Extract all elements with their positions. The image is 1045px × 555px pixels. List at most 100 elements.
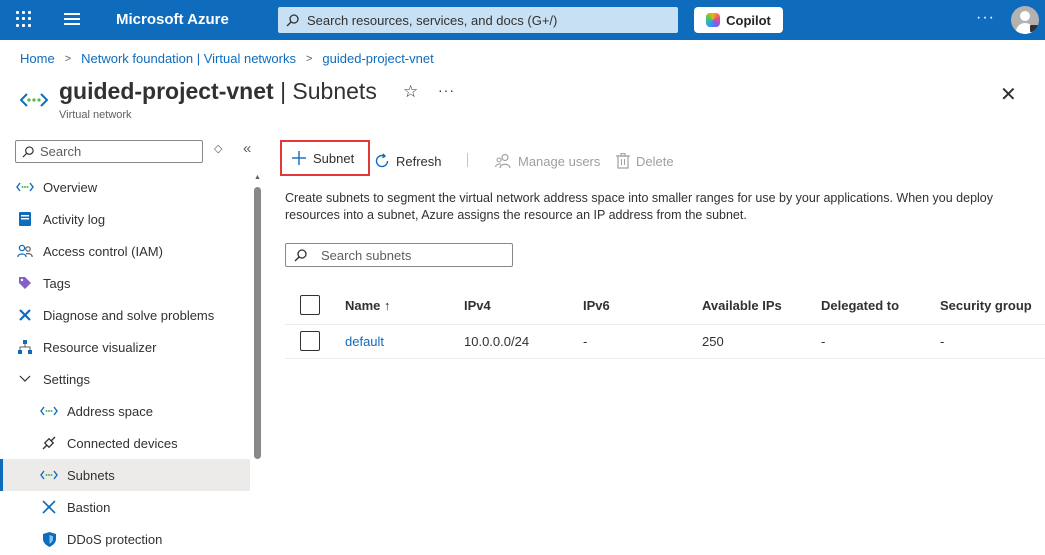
column-header-ipv6[interactable]: IPv6 — [583, 287, 610, 324]
vnet-icon — [39, 402, 59, 420]
shield-icon — [39, 530, 59, 548]
more-options-button[interactable]: ··· — [438, 82, 455, 98]
nav-item-overview[interactable]: Overview — [0, 171, 250, 203]
nav-item-label: Address space — [67, 403, 153, 419]
refresh-button[interactable]: Refresh — [374, 146, 442, 176]
refresh-label: Refresh — [396, 153, 442, 169]
nav-item-address-space[interactable]: Address space — [0, 395, 250, 427]
sort-icon[interactable]: ◇ — [214, 142, 222, 155]
column-header-name[interactable]: Name ↑ — [345, 287, 391, 324]
hierarchy-icon — [15, 338, 35, 356]
resource-type: Virtual network — [59, 109, 132, 121]
side-nav: Overview Activity log Access control (IA… — [0, 171, 250, 555]
people-icon — [15, 242, 35, 260]
chevron-right-icon: > — [64, 52, 72, 65]
nav-item-label: Settings — [43, 371, 90, 387]
nav-group-settings[interactable]: Settings — [0, 363, 250, 395]
subnets-table: Name ↑ IPv4 IPv6 Available IPs Delegated… — [285, 287, 1045, 359]
breadcrumb-home[interactable]: Home — [20, 51, 55, 66]
nav-item-label: Access control (IAM) — [43, 243, 163, 259]
tag-icon — [15, 274, 35, 292]
manage-users-button[interactable]: Manage users — [495, 146, 600, 176]
chevron-right-icon: > — [305, 52, 313, 65]
wrench-icon — [15, 306, 35, 324]
subnet-search-input[interactable]: Search subnets — [285, 243, 513, 267]
subnet-name-link[interactable]: default — [345, 325, 384, 358]
blade-name: | Subnets — [280, 78, 377, 104]
favorite-star-icon[interactable]: ☆ — [403, 82, 418, 102]
cell-ipv6: - — [583, 334, 588, 349]
nav-item-access-control[interactable]: Access control (IAM) — [0, 235, 250, 267]
settings-more-button[interactable]: ··· — [976, 9, 995, 27]
delete-label: Delete — [636, 153, 674, 169]
vnet-icon — [15, 178, 35, 196]
add-subnet-label: Subnet — [313, 150, 355, 166]
cell-delegated-to: - — [821, 334, 826, 349]
nav-item-label: Diagnose and solve problems — [43, 307, 215, 323]
page-description: Create subnets to segment the virtual ne… — [285, 191, 994, 222]
nav-item-tags[interactable]: Tags — [0, 267, 250, 299]
breadcrumb-virtual-networks[interactable]: Network foundation | Virtual networks — [81, 51, 296, 66]
column-header-ipv4[interactable]: IPv4 — [464, 287, 491, 324]
select-all-checkbox[interactable] — [300, 295, 320, 315]
nav-item-label: Connected devices — [67, 435, 178, 451]
avatar[interactable] — [1011, 6, 1039, 34]
nav-item-activity-log[interactable]: Activity log — [0, 203, 250, 235]
toolbar-divider — [467, 153, 468, 167]
bastion-icon — [39, 498, 59, 516]
nav-item-label: Resource visualizer — [43, 339, 157, 355]
cell-security-group: - — [940, 334, 945, 349]
nav-search-input[interactable]: Search — [15, 140, 203, 163]
people-icon — [495, 153, 511, 169]
nav-search-placeholder: Search — [40, 144, 82, 159]
nav-item-bastion[interactable]: Bastion — [0, 491, 250, 523]
nav-scrollbar[interactable] — [254, 187, 261, 459]
scroll-up-icon[interactable]: ▲ — [254, 174, 261, 181]
search-icon — [286, 13, 299, 26]
plug-icon — [39, 434, 59, 452]
refresh-icon — [375, 153, 389, 168]
nav-item-label: Tags — [43, 275, 71, 291]
menu-icon[interactable] — [64, 13, 80, 26]
manage-users-label: Manage users — [518, 153, 601, 169]
search-icon — [294, 248, 307, 261]
copilot-icon — [706, 13, 721, 27]
close-icon[interactable]: ✕ — [1000, 82, 1017, 107]
nav-item-connected-devices[interactable]: Connected devices — [0, 427, 250, 459]
add-subnet-button[interactable]: Subnet — [280, 140, 370, 176]
table-row[interactable]: default 10.0.0.0/24 - 250 - - — [285, 325, 1045, 359]
cell-ipv4: 10.0.0.0/24 — [464, 334, 530, 349]
page-title: guided-project-vnet | Subnets — [59, 78, 377, 105]
nav-item-label: DDoS protection — [67, 531, 163, 547]
breadcrumb-vnet[interactable]: guided-project-vnet — [322, 51, 433, 66]
global-search-placeholder: Search resources, services, and docs (G+… — [307, 12, 558, 28]
column-header-delegated-to[interactable]: Delegated to — [821, 287, 899, 324]
global-search-input[interactable]: Search resources, services, and docs (G+… — [278, 7, 678, 33]
plus-icon — [292, 151, 306, 165]
chevron-down-icon — [15, 370, 35, 388]
vnet-icon — [20, 93, 48, 107]
copilot-button[interactable]: Copilot — [694, 7, 783, 33]
nav-item-diagnose[interactable]: Diagnose and solve problems — [0, 299, 250, 331]
vnet-icon — [39, 466, 59, 484]
breadcrumb: Home > Network foundation | Virtual netw… — [20, 51, 434, 66]
brand-title[interactable]: Microsoft Azure — [116, 11, 229, 28]
subnet-search-placeholder: Search subnets — [321, 247, 412, 263]
trash-icon — [616, 153, 630, 169]
nav-item-resource-visualizer[interactable]: Resource visualizer — [0, 331, 250, 363]
nav-item-label: Bastion — [67, 499, 111, 515]
nav-item-ddos-protection[interactable]: DDoS protection — [0, 523, 250, 555]
column-header-available-ips[interactable]: Available IPs — [702, 287, 782, 324]
nav-item-label: Overview — [43, 179, 98, 195]
nav-item-label: Subnets — [67, 467, 115, 483]
copilot-label: Copilot — [726, 12, 771, 28]
row-checkbox[interactable] — [300, 331, 320, 351]
nav-item-subnets[interactable]: Subnets — [0, 459, 250, 491]
top-bar: Microsoft Azure Search resources, servic… — [0, 0, 1045, 40]
app-launcher-icon[interactable] — [16, 11, 32, 27]
nav-item-label: Activity log — [43, 211, 106, 227]
table-header-row: Name ↑ IPv4 IPv6 Available IPs Delegated… — [285, 287, 1045, 325]
collapse-nav-icon[interactable]: « — [243, 140, 251, 157]
column-header-security-group[interactable]: Security group — [940, 287, 1032, 324]
delete-button[interactable]: Delete — [616, 146, 674, 176]
